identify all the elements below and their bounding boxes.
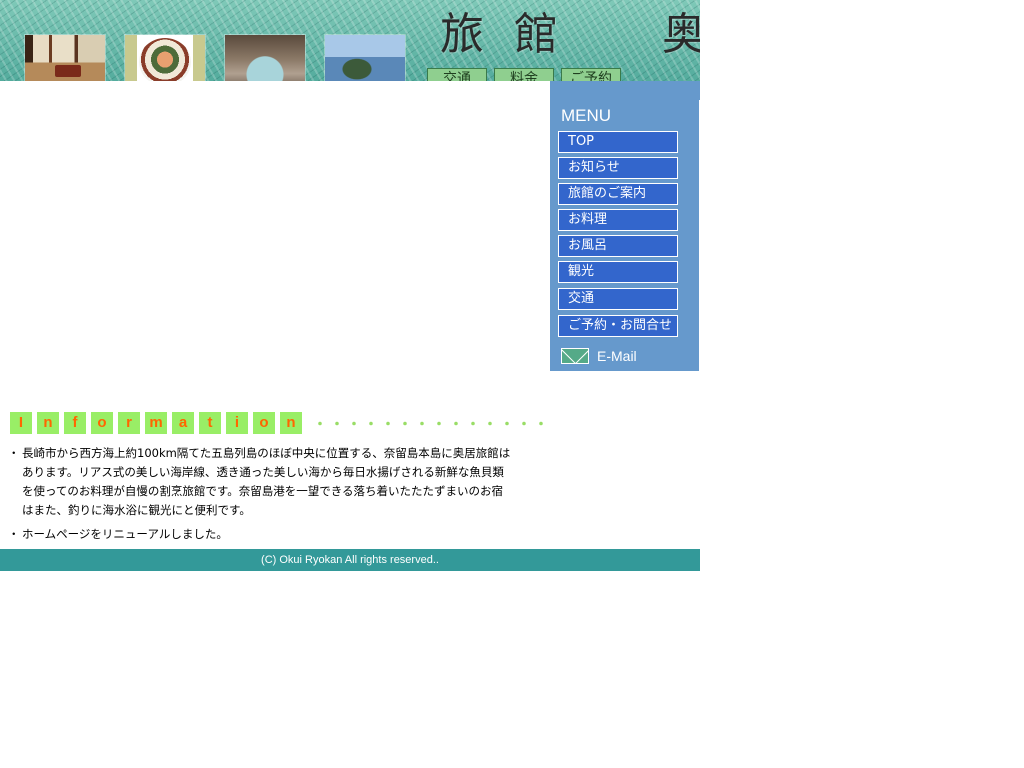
info-bullet: ・ [8, 527, 20, 541]
info-bullet: ・ [8, 446, 20, 460]
info-item: ・ ホームページをリニューアルしました。 [8, 525, 553, 544]
email-label: E-Mail [597, 348, 637, 364]
info-line: あります。リアス式の美しい海岸線、透き通った美しい海から毎日水揚げされる新鮮な魚… [22, 465, 504, 479]
info-heading-letter: a [172, 412, 194, 434]
menu-item-access[interactable]: 交通 [558, 288, 678, 310]
information-list: ・ 長崎市から西方海上約100km隔てた五島列島のほぼ中央に位置する、奈留島本島… [8, 444, 553, 544]
site-title: 旅館 奥居 [440, 9, 700, 60]
menu-item-bath[interactable]: お風呂 [558, 235, 678, 257]
info-heading-dots: ・・・・・・・・・・・・・・ [313, 416, 551, 432]
info-line: を使ってのお料理が自慢の割烹旅館です。奈留島港を一望できる落ち着いたたたずまいの… [22, 484, 504, 498]
header-banner: 旅館 奥居 交通 料金 ご予約 [0, 0, 700, 100]
info-heading-letter: n [280, 412, 302, 434]
info-heading-letter: f [64, 412, 86, 434]
info-heading-letter: o [253, 412, 275, 434]
email-link[interactable]: E-Mail [561, 346, 681, 366]
info-line: 長崎市から西方海上約100km隔てた五島列島のほぼ中央に位置する、奈留島本島に奥… [22, 446, 511, 460]
info-heading-letter: I [10, 412, 32, 434]
info-heading-letter: r [118, 412, 140, 434]
info-item: ・ 長崎市から西方海上約100km隔てた五島列島のほぼ中央に位置する、奈留島本島… [8, 444, 553, 520]
menu-item-news[interactable]: お知らせ [558, 157, 678, 179]
info-heading-letter: n [37, 412, 59, 434]
menu-item-sightseeing[interactable]: 観光 [558, 261, 678, 283]
menu-item-reservation[interactable]: ご予約・お問合せ [558, 315, 678, 337]
info-heading-letter: m [145, 412, 167, 434]
footer-copyright: (C) Okui Ryokan All rights reserved.. [0, 549, 700, 571]
menu-title: MENU [561, 106, 612, 125]
menu-item-guide[interactable]: 旅館のご案内 [558, 183, 678, 205]
information-heading: I n f o r m a t i o n ・・・・・・・・・・・・・・ [10, 412, 548, 434]
sidebar-cap [550, 81, 700, 100]
page: 旅館 奥居 交通 料金 ご予約 MENU TOP お知らせ 旅館のご案内 お料理… [0, 0, 700, 572]
info-line: ホームページをリニューアルしました。 [22, 527, 228, 541]
info-heading-letter: t [199, 412, 221, 434]
info-heading-letter: i [226, 412, 248, 434]
sidebar-menu: MENU TOP お知らせ 旅館のご案内 お料理 お風呂 観光 交通 ご予約・お… [550, 100, 699, 371]
menu-item-cuisine[interactable]: お料理 [558, 209, 678, 231]
menu-item-top[interactable]: TOP [558, 131, 678, 153]
mail-icon [561, 348, 589, 364]
info-line: はまた、釣りに海水浴に観光にと便利です。 [22, 503, 251, 517]
info-heading-letter: o [91, 412, 113, 434]
header-divider [0, 81, 550, 100]
